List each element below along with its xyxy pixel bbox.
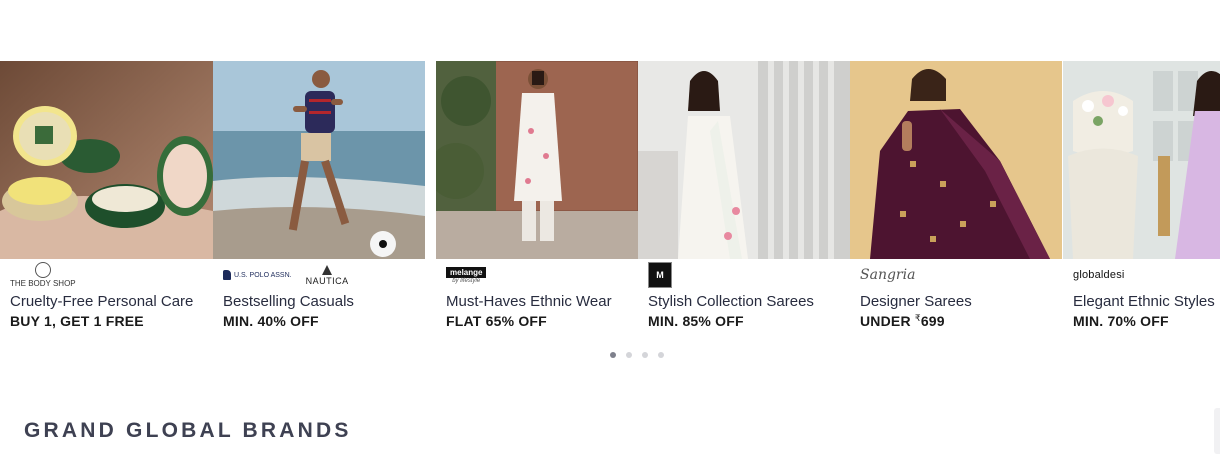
offer-card-ethnic-styles[interactable]: globaldesi Elegant Ethnic Styles MIN. 70…: [1063, 61, 1220, 341]
offer-image-beach-man: [213, 61, 425, 259]
brand-logo-row: M: [648, 261, 672, 289]
offer-title: Bestselling Casuals: [223, 293, 354, 310]
the-body-shop-logo: THE BODY SHOP: [10, 262, 76, 288]
carousel-dot-2[interactable]: [626, 352, 632, 358]
nautica-logo: NAUTICA: [306, 264, 349, 286]
brand-offers-carousel[interactable]: THE BODY SHOP Cruelty-Free Personal Care…: [0, 61, 1220, 351]
offer-card-ethnic-wear[interactable]: melange by lifestyle Must-Haves Ethnic W…: [436, 61, 638, 341]
offer-text: BUY 1, GET 1 FREE: [10, 313, 144, 329]
offer-title: Stylish Collection Sarees: [648, 293, 814, 310]
brand-logo-row: THE BODY SHOP: [10, 261, 76, 289]
melange-logo: melange by lifestyle: [446, 266, 487, 284]
offer-title: Must-Haves Ethnic Wear: [446, 293, 612, 310]
carousel-pagination: [610, 352, 664, 358]
offer-image-lilac-dress: [1063, 61, 1220, 259]
globaldesi-logo: globaldesi: [1073, 269, 1125, 281]
side-widget-edge[interactable]: [1214, 408, 1220, 454]
sangria-logo: Sangria: [860, 267, 916, 283]
offer-image-saree-woman: [638, 61, 850, 259]
section-heading: GRAND GLOBAL BRANDS: [24, 419, 352, 442]
offer-text: UNDER ₹699: [860, 313, 945, 329]
offer-text: MIN. 85% OFF: [648, 313, 744, 329]
brand-logo-row: U.S. POLO ASSN. NAUTICA: [223, 261, 349, 289]
offer-card-sarees[interactable]: M Stylish Collection Sarees MIN. 85% OFF: [638, 61, 850, 341]
mitera-logo: M: [648, 262, 672, 288]
us-polo-assn-logo: U.S. POLO ASSN.: [223, 270, 292, 280]
carousel-dot-1[interactable]: [610, 352, 616, 358]
offer-text: FLAT 65% OFF: [446, 313, 547, 329]
offer-image-purple-saree: [850, 61, 1062, 259]
offer-image-body-butters: [0, 61, 213, 259]
offer-title: Designer Sarees: [860, 293, 972, 310]
brand-logo-row: melange by lifestyle: [446, 261, 487, 289]
offer-card-body-shop[interactable]: THE BODY SHOP Cruelty-Free Personal Care…: [0, 61, 213, 341]
offer-card-designer-sarees[interactable]: Sangria Designer Sarees UNDER ₹699: [850, 61, 1062, 341]
offer-card-casuals[interactable]: U.S. POLO ASSN. NAUTICA Bestselling Casu…: [213, 61, 425, 341]
offer-image-kurta-woman: [436, 61, 638, 259]
carousel-dot-3[interactable]: [642, 352, 648, 358]
brand-logo-row: globaldesi: [1073, 261, 1125, 289]
brand-logo-row: Sangria: [860, 261, 915, 289]
offer-text: MIN. 70% OFF: [1073, 313, 1169, 329]
carousel-dot-4[interactable]: [658, 352, 664, 358]
offer-title: Cruelty-Free Personal Care: [10, 293, 194, 310]
offer-title: Elegant Ethnic Styles: [1073, 293, 1215, 310]
offer-text: MIN. 40% OFF: [223, 313, 319, 329]
